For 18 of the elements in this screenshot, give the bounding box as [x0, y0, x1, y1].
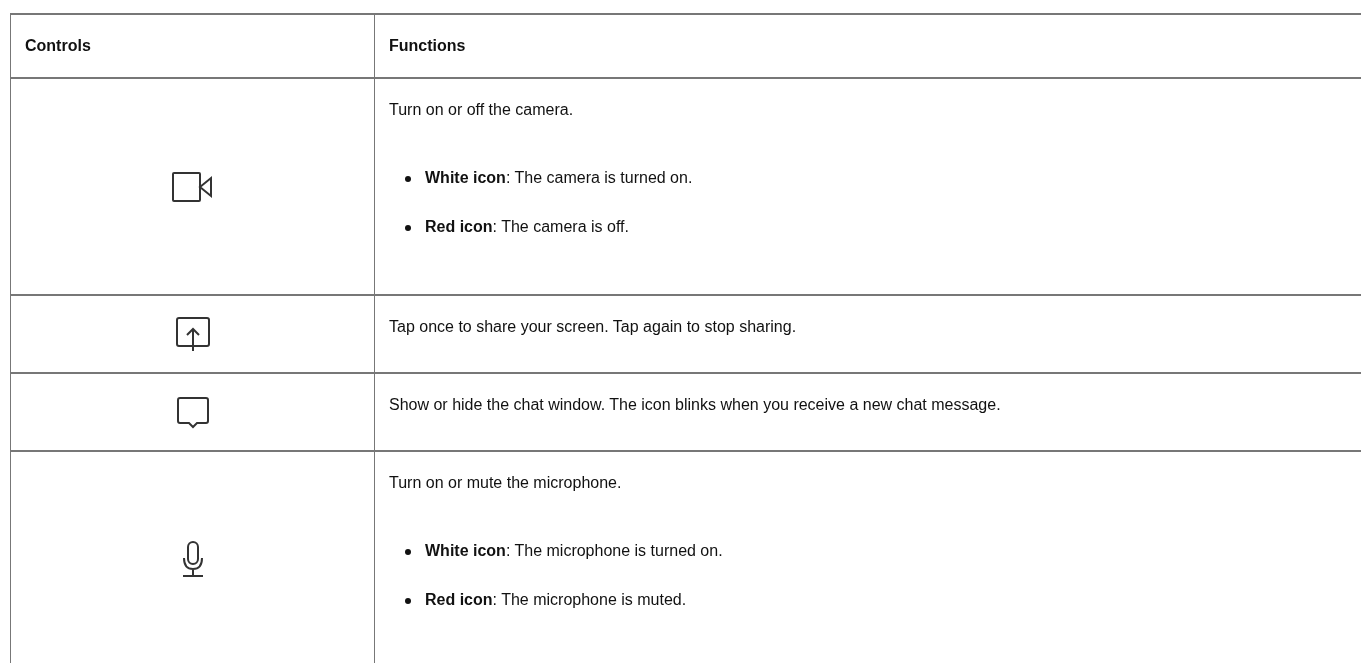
bullet-text: Red icon: The microphone is muted.: [425, 591, 687, 608]
description-text: Show or hide the chat window. The icon blinks when you receive a new chat message.: [389, 395, 1002, 415]
bullet-text: Red icon: The camera is off.: [425, 218, 629, 235]
description-text: Turn on or mute the microphone.: [389, 473, 623, 493]
description-text: Turn on or off the camera.: [389, 100, 575, 120]
bullet-text: White icon: The camera is turned on.: [425, 169, 693, 186]
chat-bubble-icon: [175, 396, 210, 429]
column-header: Functions: [374, 14, 1361, 78]
bullet-icon: [405, 598, 411, 604]
bullet-icon: [405, 549, 411, 555]
share-screen-icon: [174, 316, 211, 353]
bullet-icon: [405, 176, 411, 182]
bullet-icon: [405, 225, 411, 231]
description-text: Tap once to share your screen. Tap again to stop sharing.: [389, 317, 798, 337]
bullet-text: White icon: The microphone is turned on.: [425, 542, 723, 559]
microphone-icon: [181, 540, 204, 579]
video-camera-icon: [172, 172, 213, 203]
column-header: Controls: [10, 14, 375, 78]
